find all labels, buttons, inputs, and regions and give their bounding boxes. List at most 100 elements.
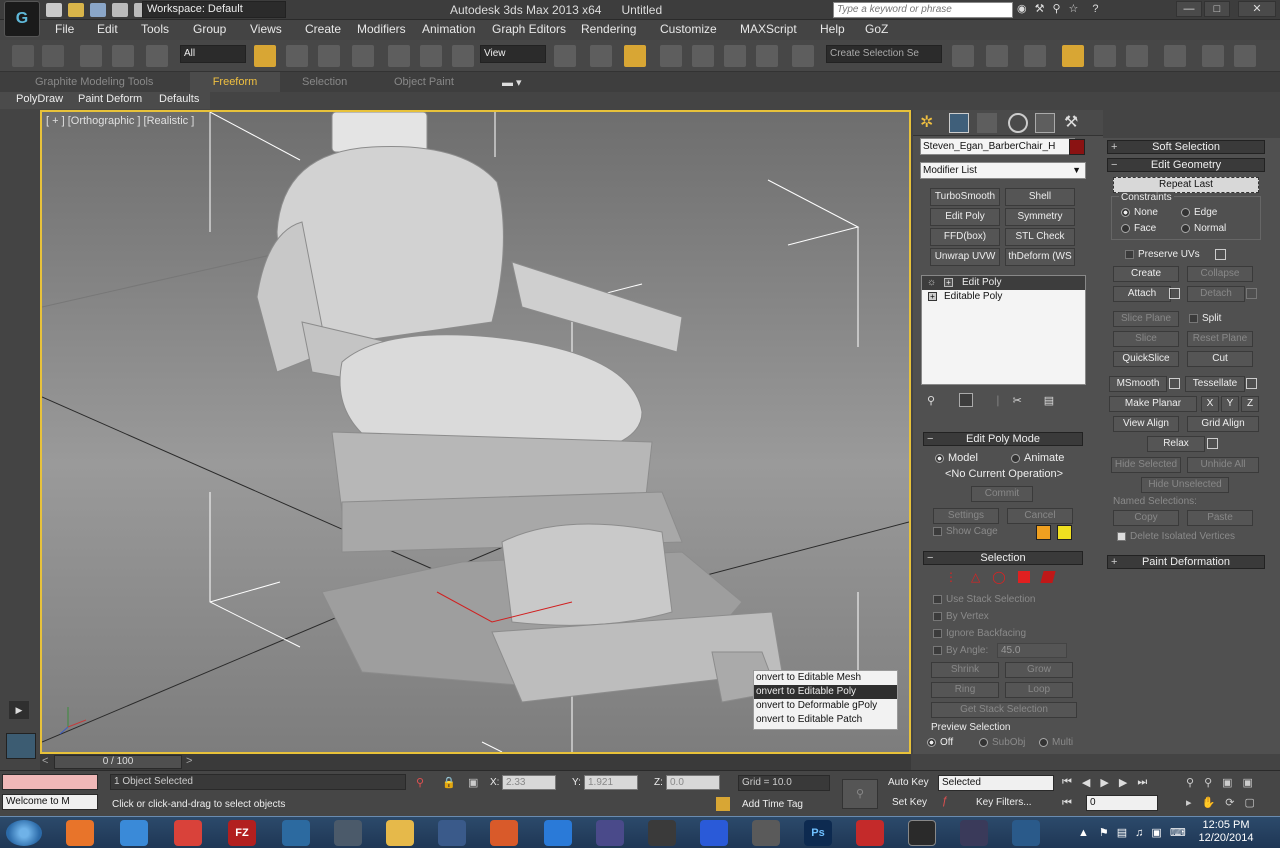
menu-group[interactable]: Group: [193, 22, 226, 36]
y-coord-field[interactable]: 1.921: [584, 775, 638, 790]
workspace-dropdown[interactable]: Workspace: Default: [142, 1, 286, 18]
tray-expand-icon[interactable]: ▲: [1078, 827, 1089, 839]
material-editor-icon[interactable]: [1164, 45, 1186, 67]
time-slider-thumb[interactable]: 0 / 100: [54, 755, 182, 769]
ring-button[interactable]: Ring: [931, 682, 999, 698]
copy-button[interactable]: Copy: [1113, 510, 1179, 526]
flag-icon[interactable]: ⚑: [1099, 826, 1109, 839]
window-crossing-icon[interactable]: [352, 45, 374, 67]
preserve-uvs-checkbox[interactable]: Preserve UVs: [1125, 249, 1200, 260]
create-tab-icon[interactable]: ✲: [920, 113, 940, 133]
rotate-icon[interactable]: [420, 45, 442, 67]
scale-icon[interactable]: [452, 45, 474, 67]
go-to-start-icon[interactable]: ⏮: [1062, 776, 1072, 789]
relax-button[interactable]: Relax: [1147, 436, 1205, 452]
modify-tab-icon[interactable]: [949, 113, 969, 133]
tools-icon[interactable]: ⚒: [1035, 2, 1045, 15]
preview-multi-radio[interactable]: Multi: [1039, 737, 1073, 748]
game-app-icon[interactable]: [334, 820, 362, 846]
constraint-normal-radio[interactable]: Normal: [1181, 223, 1226, 234]
symmetry-button[interactable]: Symmetry: [1005, 208, 1075, 226]
expand-icon[interactable]: +: [928, 292, 937, 301]
binoculars-icon[interactable]: ◉: [1017, 2, 1027, 15]
undo-icon[interactable]: [112, 3, 128, 17]
show-cage-checkbox[interactable]: Show Cage: [933, 526, 998, 537]
edit-named-selection-icon[interactable]: [792, 45, 814, 67]
chrome-icon[interactable]: [174, 820, 202, 846]
menu-edit[interactable]: Edit: [97, 22, 118, 36]
media-player-icon[interactable]: [438, 820, 466, 846]
ignore-backfacing-checkbox[interactable]: Ignore Backfacing: [933, 628, 1026, 639]
key-filters-button[interactable]: Key Filters...: [976, 797, 1032, 808]
keyboard-shortcut-override-icon[interactable]: [624, 45, 646, 67]
menu-file[interactable]: File: [55, 22, 74, 36]
edit-geometry-rollout[interactable]: − Edit Geometry: [1107, 158, 1265, 172]
panel-paint-deform[interactable]: Paint Deform: [78, 93, 142, 105]
key-mode-toggle-icon[interactable]: ⏮: [1062, 797, 1072, 810]
hide-selected-button[interactable]: Hide Selected: [1111, 457, 1181, 473]
unlink-icon[interactable]: [112, 45, 134, 67]
add-time-tag-button[interactable]: Add Time Tag: [742, 799, 803, 810]
help-icon[interactable]: ?: [1092, 3, 1098, 15]
planar-x-button[interactable]: X: [1201, 396, 1219, 412]
planar-y-button[interactable]: Y: [1221, 396, 1239, 412]
polygon-icon[interactable]: [1017, 571, 1030, 583]
close-button[interactable]: ✕: [1238, 1, 1276, 17]
named-selection-set-dropdown[interactable]: Create Selection Se: [826, 45, 942, 63]
menu-maxscript[interactable]: MAXScript: [740, 22, 797, 36]
object-name-field[interactable]: Steven_Egan_BarberChair_H: [920, 138, 1075, 155]
commit-button[interactable]: Commit: [971, 486, 1033, 502]
app-icon-blue[interactable]: [700, 820, 728, 846]
grow-button[interactable]: Grow: [1005, 662, 1073, 678]
key-filter-icon[interactable]: ƒ: [942, 795, 948, 807]
system-clock[interactable]: 12:05 PM 12/20/2014: [1196, 819, 1256, 845]
set-key-button[interactable]: Set Key: [892, 797, 927, 808]
time-slider[interactable]: < 0 / 100 >: [40, 754, 911, 770]
tessellate-settings-icon[interactable]: [1246, 378, 1257, 389]
lightbulb-icon[interactable]: ☼: [927, 276, 936, 290]
model-radio[interactable]: Model: [935, 452, 978, 464]
align-icon[interactable]: [986, 45, 1008, 67]
pivot-center-icon[interactable]: [554, 45, 576, 67]
auto-key-button[interactable]: Auto Key: [888, 777, 929, 788]
preview-off-radio[interactable]: Off: [927, 737, 953, 748]
preview-subobj-radio[interactable]: SubObj: [979, 737, 1025, 748]
repeat-last-button[interactable]: Repeat Last: [1113, 177, 1259, 193]
menu-graph-editors[interactable]: Graph Editors: [492, 22, 566, 36]
hide-unselected-button[interactable]: Hide Unselected: [1141, 477, 1229, 493]
menu-rendering[interactable]: Rendering: [581, 22, 636, 36]
collapse-button[interactable]: Collapse: [1187, 266, 1253, 282]
menu-customize[interactable]: Customize: [660, 22, 717, 36]
tessellate-button[interactable]: Tessellate: [1185, 376, 1245, 392]
preserve-uvs-settings-icon[interactable]: [1215, 249, 1226, 260]
next-frame-icon[interactable]: ▶: [1119, 776, 1127, 789]
planar-z-button[interactable]: Z: [1241, 396, 1259, 412]
reset-plane-button[interactable]: Reset Plane: [1187, 331, 1253, 347]
key-icon[interactable]: ⚲: [1052, 2, 1060, 15]
previous-frame-icon[interactable]: ◀: [1082, 776, 1090, 789]
quickslice-button[interactable]: QuickSlice: [1113, 351, 1179, 367]
new-file-icon[interactable]: [46, 3, 62, 17]
layer-manager-icon[interactable]: [1024, 45, 1046, 67]
play-icon[interactable]: ▶: [1100, 776, 1108, 789]
element-icon[interactable]: [1040, 571, 1056, 583]
constraint-edge-radio[interactable]: Edge: [1181, 207, 1217, 218]
object-color-swatch[interactable]: [1069, 139, 1085, 155]
slider-next-icon[interactable]: >: [186, 755, 192, 767]
menu-item-convert-deformable[interactable]: onvert to Deformable gPoly: [754, 699, 897, 713]
paste-button[interactable]: Paste: [1187, 510, 1253, 526]
use-stack-selection-checkbox[interactable]: Use Stack Selection: [933, 594, 1036, 605]
shrink-button[interactable]: Shrink: [931, 662, 999, 678]
keyboard-icon[interactable]: ⌨: [1170, 826, 1186, 839]
lock-selection-icon[interactable]: 🔒: [442, 776, 456, 789]
shell-button[interactable]: Shell: [1005, 188, 1075, 206]
field-of-view-icon[interactable]: ▸: [1186, 796, 1192, 809]
3ds-max-taskbar-icon[interactable]: [908, 820, 936, 846]
zoom-all-icon[interactable]: ⚲: [1204, 776, 1212, 789]
modifier-list-dropdown[interactable]: Modifier List ▼: [920, 162, 1086, 179]
display-tab-icon[interactable]: [1035, 113, 1055, 133]
tab-graphite-modeling[interactable]: Graphite Modeling Tools: [35, 76, 153, 88]
menu-item-convert-patch[interactable]: onvert to Editable Patch: [754, 713, 897, 727]
show-end-result-icon[interactable]: [959, 393, 974, 407]
angle-snap-icon[interactable]: [692, 45, 714, 67]
